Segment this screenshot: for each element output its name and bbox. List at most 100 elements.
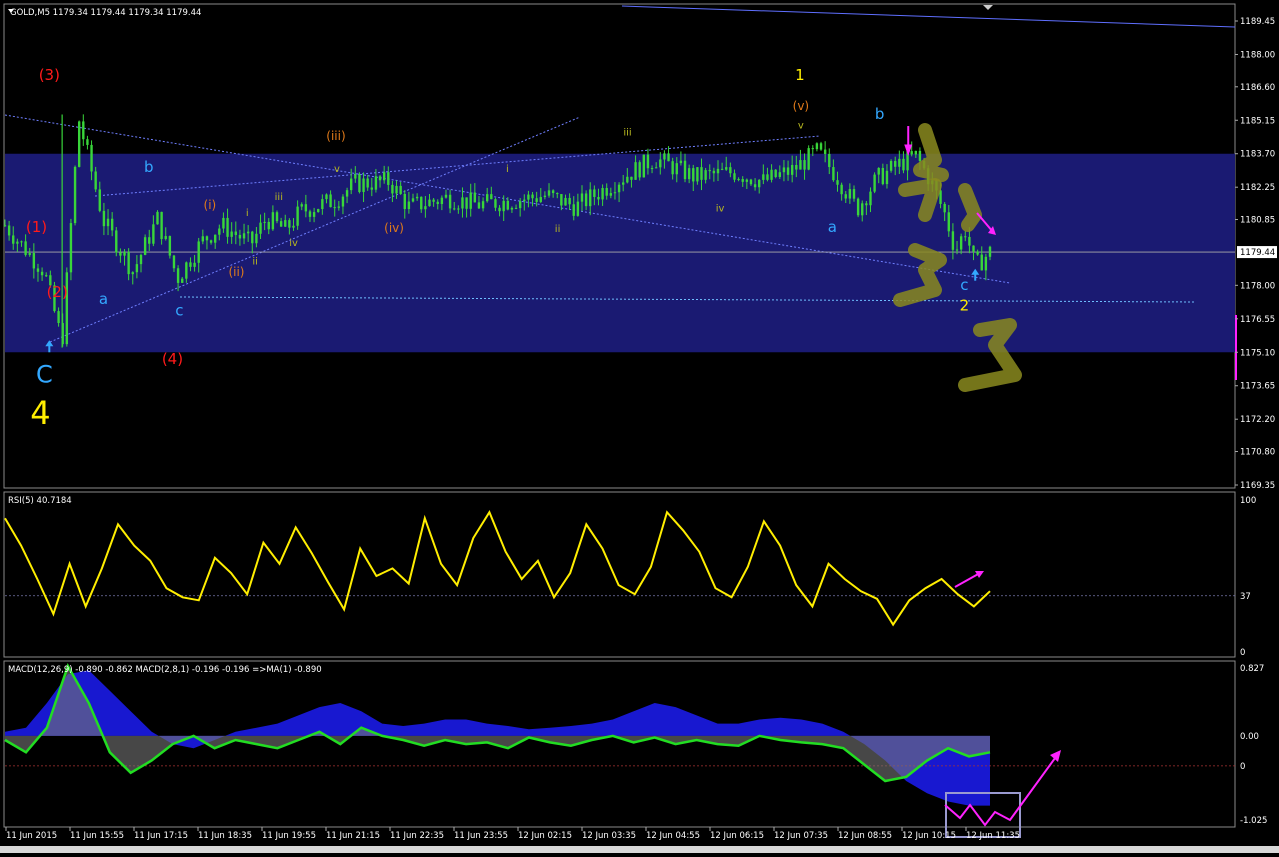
candle-body [708,170,711,172]
candle-body [399,185,402,194]
candle-body [955,249,959,251]
candle-body [36,268,40,272]
candle-body [741,179,744,182]
candle-body [799,160,802,170]
candle-body [943,203,946,213]
candle-body [139,254,143,265]
candle-body [782,167,786,173]
time-label: 12 Jun 04:55 [646,831,700,841]
candle-body [279,221,283,227]
candle-body [807,148,810,170]
candle-body [778,172,782,178]
rsi-tick-label: 0 [1240,648,1245,658]
candle-body [498,207,501,212]
price-tick-label: 1186.60 [1240,83,1275,93]
candle-body [3,225,7,227]
wave-label-18: iv [289,238,298,249]
time-label: 11 Jun 19:55 [262,831,316,841]
candle-body [102,210,106,227]
symbol-header: GOLD,M5 1179.34 1179.44 1179.34 1179.44 [10,8,201,18]
candle-body [518,201,522,209]
candle-body [440,197,444,205]
candle-body [77,121,81,167]
wave-label-17: iii [275,192,283,203]
candle-body [737,179,740,181]
candle-body [815,143,819,150]
wave-label-27: c [960,276,968,294]
candle-body [349,178,353,191]
candle-body [20,241,23,243]
trading-chart: (3) (1) (2) (4) C 4 b a c (i) (ii) (iii) (iv) (v) 1 i ii… [0,0,1279,853]
candle-body [551,190,555,194]
wave-label-6: b [144,158,154,176]
candle-body [630,176,633,180]
candle-body [12,235,15,244]
price-tick-label: 1170.80 [1240,448,1275,458]
candle-body [494,199,497,208]
candle-body [189,262,192,267]
candle-body [115,230,118,253]
wave-label-12: (iv) [384,221,404,235]
candle-body [40,271,44,276]
candle-body [362,178,365,193]
candle-body [980,254,983,271]
candle-body [127,251,130,275]
candle-body [473,192,477,203]
candle-body [24,241,27,255]
candle-body [123,251,126,256]
candle-body [790,164,794,175]
candle-body [271,212,275,230]
candle-body [510,207,514,210]
candle-body [836,180,839,185]
candle-body [646,154,650,169]
wave-label-1: (1) [26,218,47,236]
candle-body [914,150,918,155]
candle-body [246,231,250,234]
candle-body [749,179,753,185]
candle-body [675,163,678,175]
macd-tick-label: 0 [1240,762,1245,772]
candle-body [795,164,798,170]
candle-body [403,193,406,210]
candle-body [395,185,398,194]
candle-body [444,194,448,198]
highlighter-stroke-2 [958,183,982,232]
wave-label-8: c [175,301,183,319]
candle-body [387,172,390,185]
candle-body [370,187,373,190]
wave-label-4: C [36,360,53,388]
candle-body [325,194,328,200]
candle-body [848,189,852,199]
time-label: 11 Jun 21:15 [326,831,380,841]
candle-body [692,168,695,182]
candle-body [873,174,876,192]
candle-body [176,268,180,283]
candle-body [902,158,905,171]
candle-body [910,151,913,155]
candle-body [712,170,716,174]
time-label: 11 Jun 23:55 [454,831,508,841]
candle-body [110,218,114,231]
candle-body [696,167,699,182]
candle-body [477,202,481,209]
time-label: 12 Jun 06:15 [710,831,764,841]
candle-body [288,220,291,228]
candle-body [312,212,316,217]
price-tick-label: 1169.35 [1240,481,1275,491]
candle-body [391,184,394,194]
candle-body [420,196,423,210]
candle-body [168,236,172,256]
candle-body [205,236,209,241]
candle-body [321,199,324,210]
candle-body [461,197,464,209]
candle-body [547,190,551,196]
candle-body [255,233,258,244]
candle-body [609,193,613,196]
candle-body [73,166,77,224]
time-label: 12 Jun 07:35 [774,831,828,841]
wave-label-24: v [798,120,804,131]
wave-label-13: (v) [793,99,809,113]
candle-body [840,184,843,195]
candle-body [82,121,85,140]
candle-body [337,206,341,208]
